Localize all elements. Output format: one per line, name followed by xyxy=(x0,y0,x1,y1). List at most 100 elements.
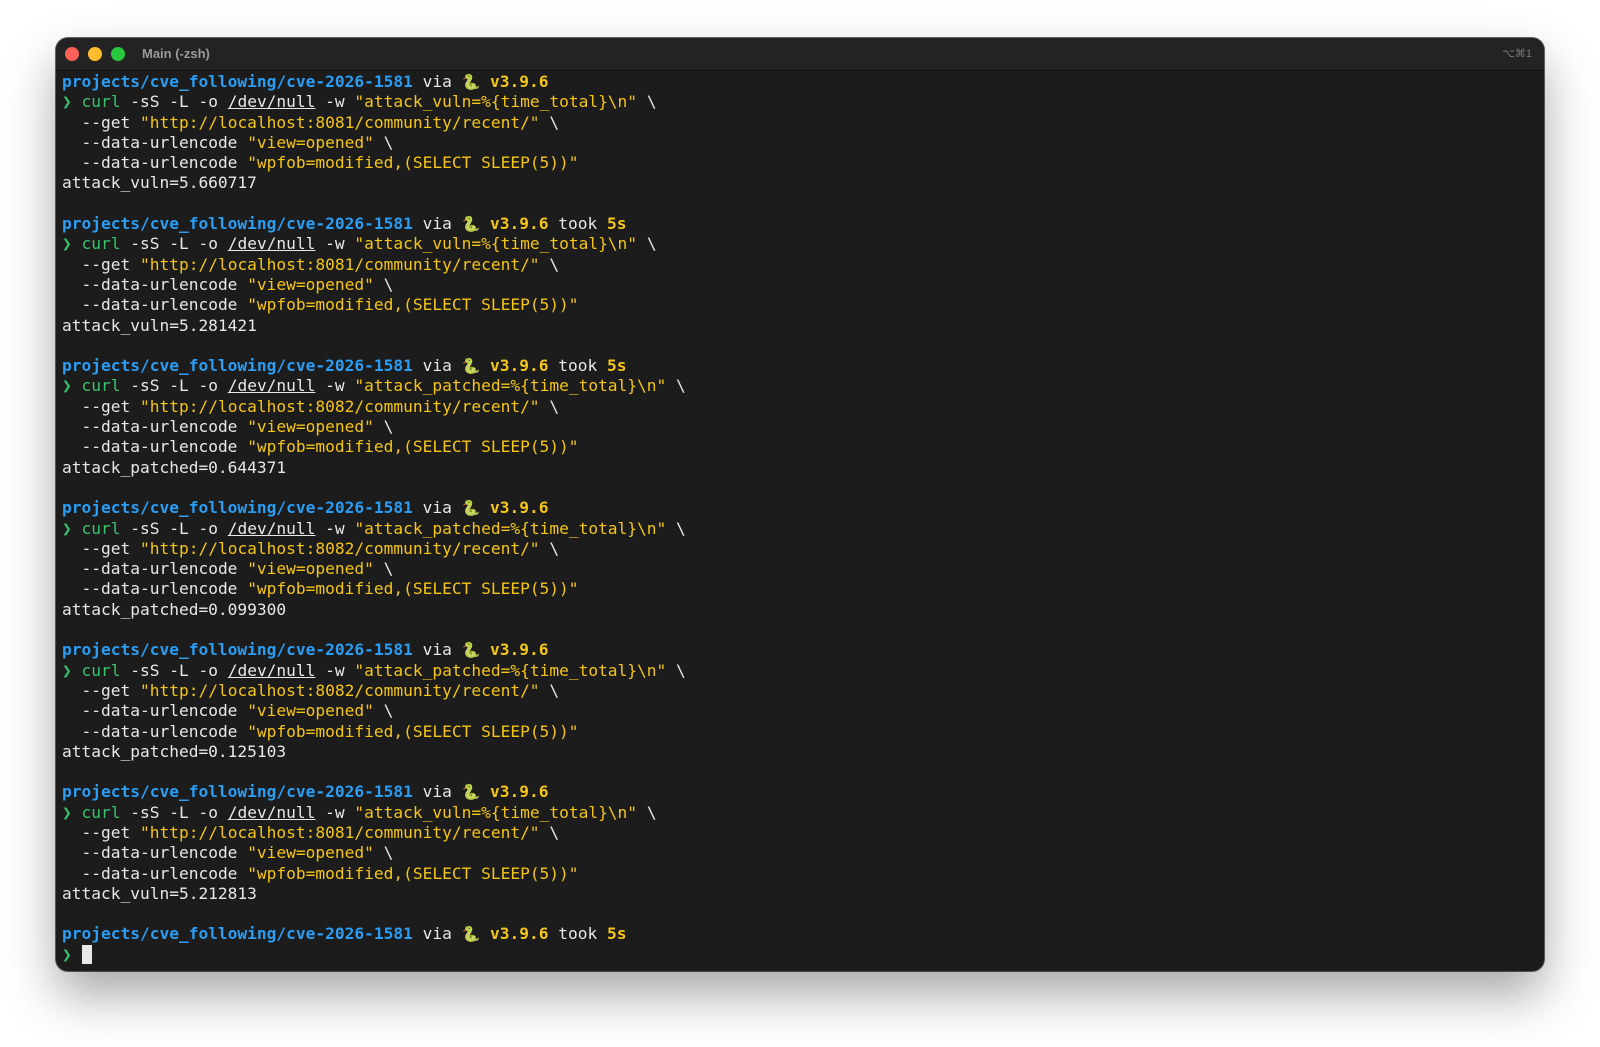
get-flag: --get xyxy=(81,112,131,132)
line-continuation: \ xyxy=(383,132,394,152)
command-name: curl xyxy=(81,92,121,112)
line-continuation: \ xyxy=(646,234,657,254)
dev-null-path: /dev/null xyxy=(227,660,316,680)
command-flags: -sS -L -o xyxy=(130,802,218,822)
terminal-output[interactable]: projects/cve_following/cve-2026-1581 via… xyxy=(62,72,1538,971)
terminal-window: Main (-zsh) ⌥⌘1 projects/cve_following/c… xyxy=(56,38,1544,971)
data-value: "wpfob=modified,(SELECT SLEEP(5))" xyxy=(247,437,579,457)
command-flags: -sS -L -o xyxy=(130,376,218,396)
prompt-path: projects/cve_following/cve-2026-1581 xyxy=(62,72,413,91)
request-url: "http://localhost:8082/community/recent/… xyxy=(139,680,540,700)
command-line: --data-urlencode "wpfob=modified,(SELECT… xyxy=(62,864,1538,884)
line-continuation: \ xyxy=(383,701,394,721)
line-continuation: \ xyxy=(676,660,686,680)
close-button[interactable] xyxy=(65,47,79,61)
timing-result: attack_patched=0.644371 xyxy=(62,457,287,477)
prompt-via: via xyxy=(422,72,452,91)
python-icon: 🐍 xyxy=(461,925,481,944)
prompt-took: took xyxy=(558,214,598,234)
command-block: projects/cve_following/cve-2026-1581 via… xyxy=(62,498,1538,640)
command-flags: -sS -L -o xyxy=(130,92,218,112)
prompt-via: via xyxy=(422,498,452,518)
request-url: "http://localhost:8082/community/recent/… xyxy=(139,538,540,558)
command-output: attack_vuln=5.660717 xyxy=(62,173,1538,193)
prompt-line: projects/cve_following/cve-2026-1581 via… xyxy=(62,640,1538,660)
data-value: "view=opened" xyxy=(247,843,374,863)
prompt-chevron: ❯ xyxy=(62,92,72,112)
data-value: "view=opened" xyxy=(247,274,374,294)
timing-result: attack_patched=0.099300 xyxy=(62,599,287,619)
request-url: "http://localhost:8081/community/recent/… xyxy=(139,254,540,274)
command-name: curl xyxy=(81,518,121,538)
data-urlencode-flag: --data-urlencode xyxy=(81,721,238,741)
command-flags: -sS -L -o xyxy=(130,234,218,254)
prompt-path: projects/cve_following/cve-2026-1581 xyxy=(62,214,413,234)
data-urlencode-flag: --data-urlencode xyxy=(81,437,238,457)
prompt-path: projects/cve_following/cve-2026-1581 xyxy=(62,782,413,802)
command-line: ❯ curl -sS -L -o /dev/null -w "attack_pa… xyxy=(62,519,1538,539)
line-continuation: \ xyxy=(646,802,657,822)
line-continuation: \ xyxy=(646,92,657,112)
prompt-chevron: ❯ xyxy=(62,234,72,254)
command-line: --data-urlencode "view=opened" \ xyxy=(62,417,1538,437)
prompt-path: projects/cve_following/cve-2026-1581 xyxy=(62,640,413,660)
prompt-line: projects/cve_following/cve-2026-1581 via… xyxy=(62,356,1538,376)
data-value: "view=opened" xyxy=(247,417,374,437)
python-icon: 🐍 xyxy=(461,215,481,234)
request-url: "http://localhost:8082/community/recent/… xyxy=(139,396,540,416)
command-line: ❯ curl -sS -L -o /dev/null -w "attack_vu… xyxy=(62,234,1538,254)
text-cursor[interactable] xyxy=(81,944,92,964)
command-line: --data-urlencode "wpfob=modified,(SELECT… xyxy=(62,437,1538,457)
timing-result: attack_patched=0.125103 xyxy=(62,741,287,761)
write-out-flag: -w xyxy=(325,376,345,396)
prompt-took: took xyxy=(558,924,598,944)
data-value: "view=opened" xyxy=(247,132,374,152)
window-shortcut: ⌥⌘1 xyxy=(1502,48,1532,60)
prompt-chevron: ❯ xyxy=(62,944,72,964)
command-line: --data-urlencode "view=opened" \ xyxy=(62,133,1538,153)
data-urlencode-flag: --data-urlencode xyxy=(81,153,238,173)
dev-null-path: /dev/null xyxy=(227,518,316,538)
python-icon: 🐍 xyxy=(461,73,481,91)
command-name: curl xyxy=(81,660,121,680)
prompt-via: via xyxy=(422,924,452,944)
python-version: v3.9.6 xyxy=(490,782,549,802)
zoom-button[interactable] xyxy=(111,47,125,61)
get-flag: --get xyxy=(81,254,131,274)
data-urlencode-flag: --data-urlencode xyxy=(81,843,238,863)
command-output: attack_patched=0.099300 xyxy=(62,600,1538,620)
minimize-button[interactable] xyxy=(88,47,102,61)
prompt-chevron: ❯ xyxy=(62,518,72,538)
command-flags: -sS -L -o xyxy=(130,518,218,538)
prompt-chevron: ❯ xyxy=(62,660,72,680)
line-continuation: \ xyxy=(549,396,560,416)
data-value: "wpfob=modified,(SELECT SLEEP(5))" xyxy=(247,863,579,883)
timing-result: attack_vuln=5.212813 xyxy=(62,883,257,903)
prompt-line: projects/cve_following/cve-2026-1581 via… xyxy=(62,72,1538,92)
command-line: --get "http://localhost:8081/community/r… xyxy=(62,823,1538,843)
command-duration: 5s xyxy=(607,214,627,234)
write-out-format: "attack_vuln=%{time_total}\n" xyxy=(354,92,638,112)
input-line[interactable]: ❯ xyxy=(62,944,1538,965)
prompt-path: projects/cve_following/cve-2026-1581 xyxy=(62,498,413,518)
command-line: --get "http://localhost:8081/community/r… xyxy=(62,113,1538,133)
data-value: "view=opened" xyxy=(247,559,374,579)
command-line: --data-urlencode "wpfob=modified,(SELECT… xyxy=(62,295,1538,315)
write-out-flag: -w xyxy=(325,92,345,112)
write-out-format: "attack_patched=%{time_total}\n" xyxy=(354,660,667,680)
data-urlencode-flag: --data-urlencode xyxy=(81,863,238,883)
command-name: curl xyxy=(81,802,121,822)
write-out-flag: -w xyxy=(325,802,345,822)
get-flag: --get xyxy=(81,538,131,558)
command-line: ❯ curl -sS -L -o /dev/null -w "attack_vu… xyxy=(62,803,1538,823)
data-value: "view=opened" xyxy=(247,701,374,721)
command-flags: -sS -L -o xyxy=(130,660,218,680)
dev-null-path: /dev/null xyxy=(227,92,316,112)
line-continuation: \ xyxy=(676,376,686,396)
command-line: --get "http://localhost:8081/community/r… xyxy=(62,255,1538,275)
command-line: --data-urlencode "wpfob=modified,(SELECT… xyxy=(62,153,1538,173)
command-line: --data-urlencode "wpfob=modified,(SELECT… xyxy=(62,722,1538,742)
